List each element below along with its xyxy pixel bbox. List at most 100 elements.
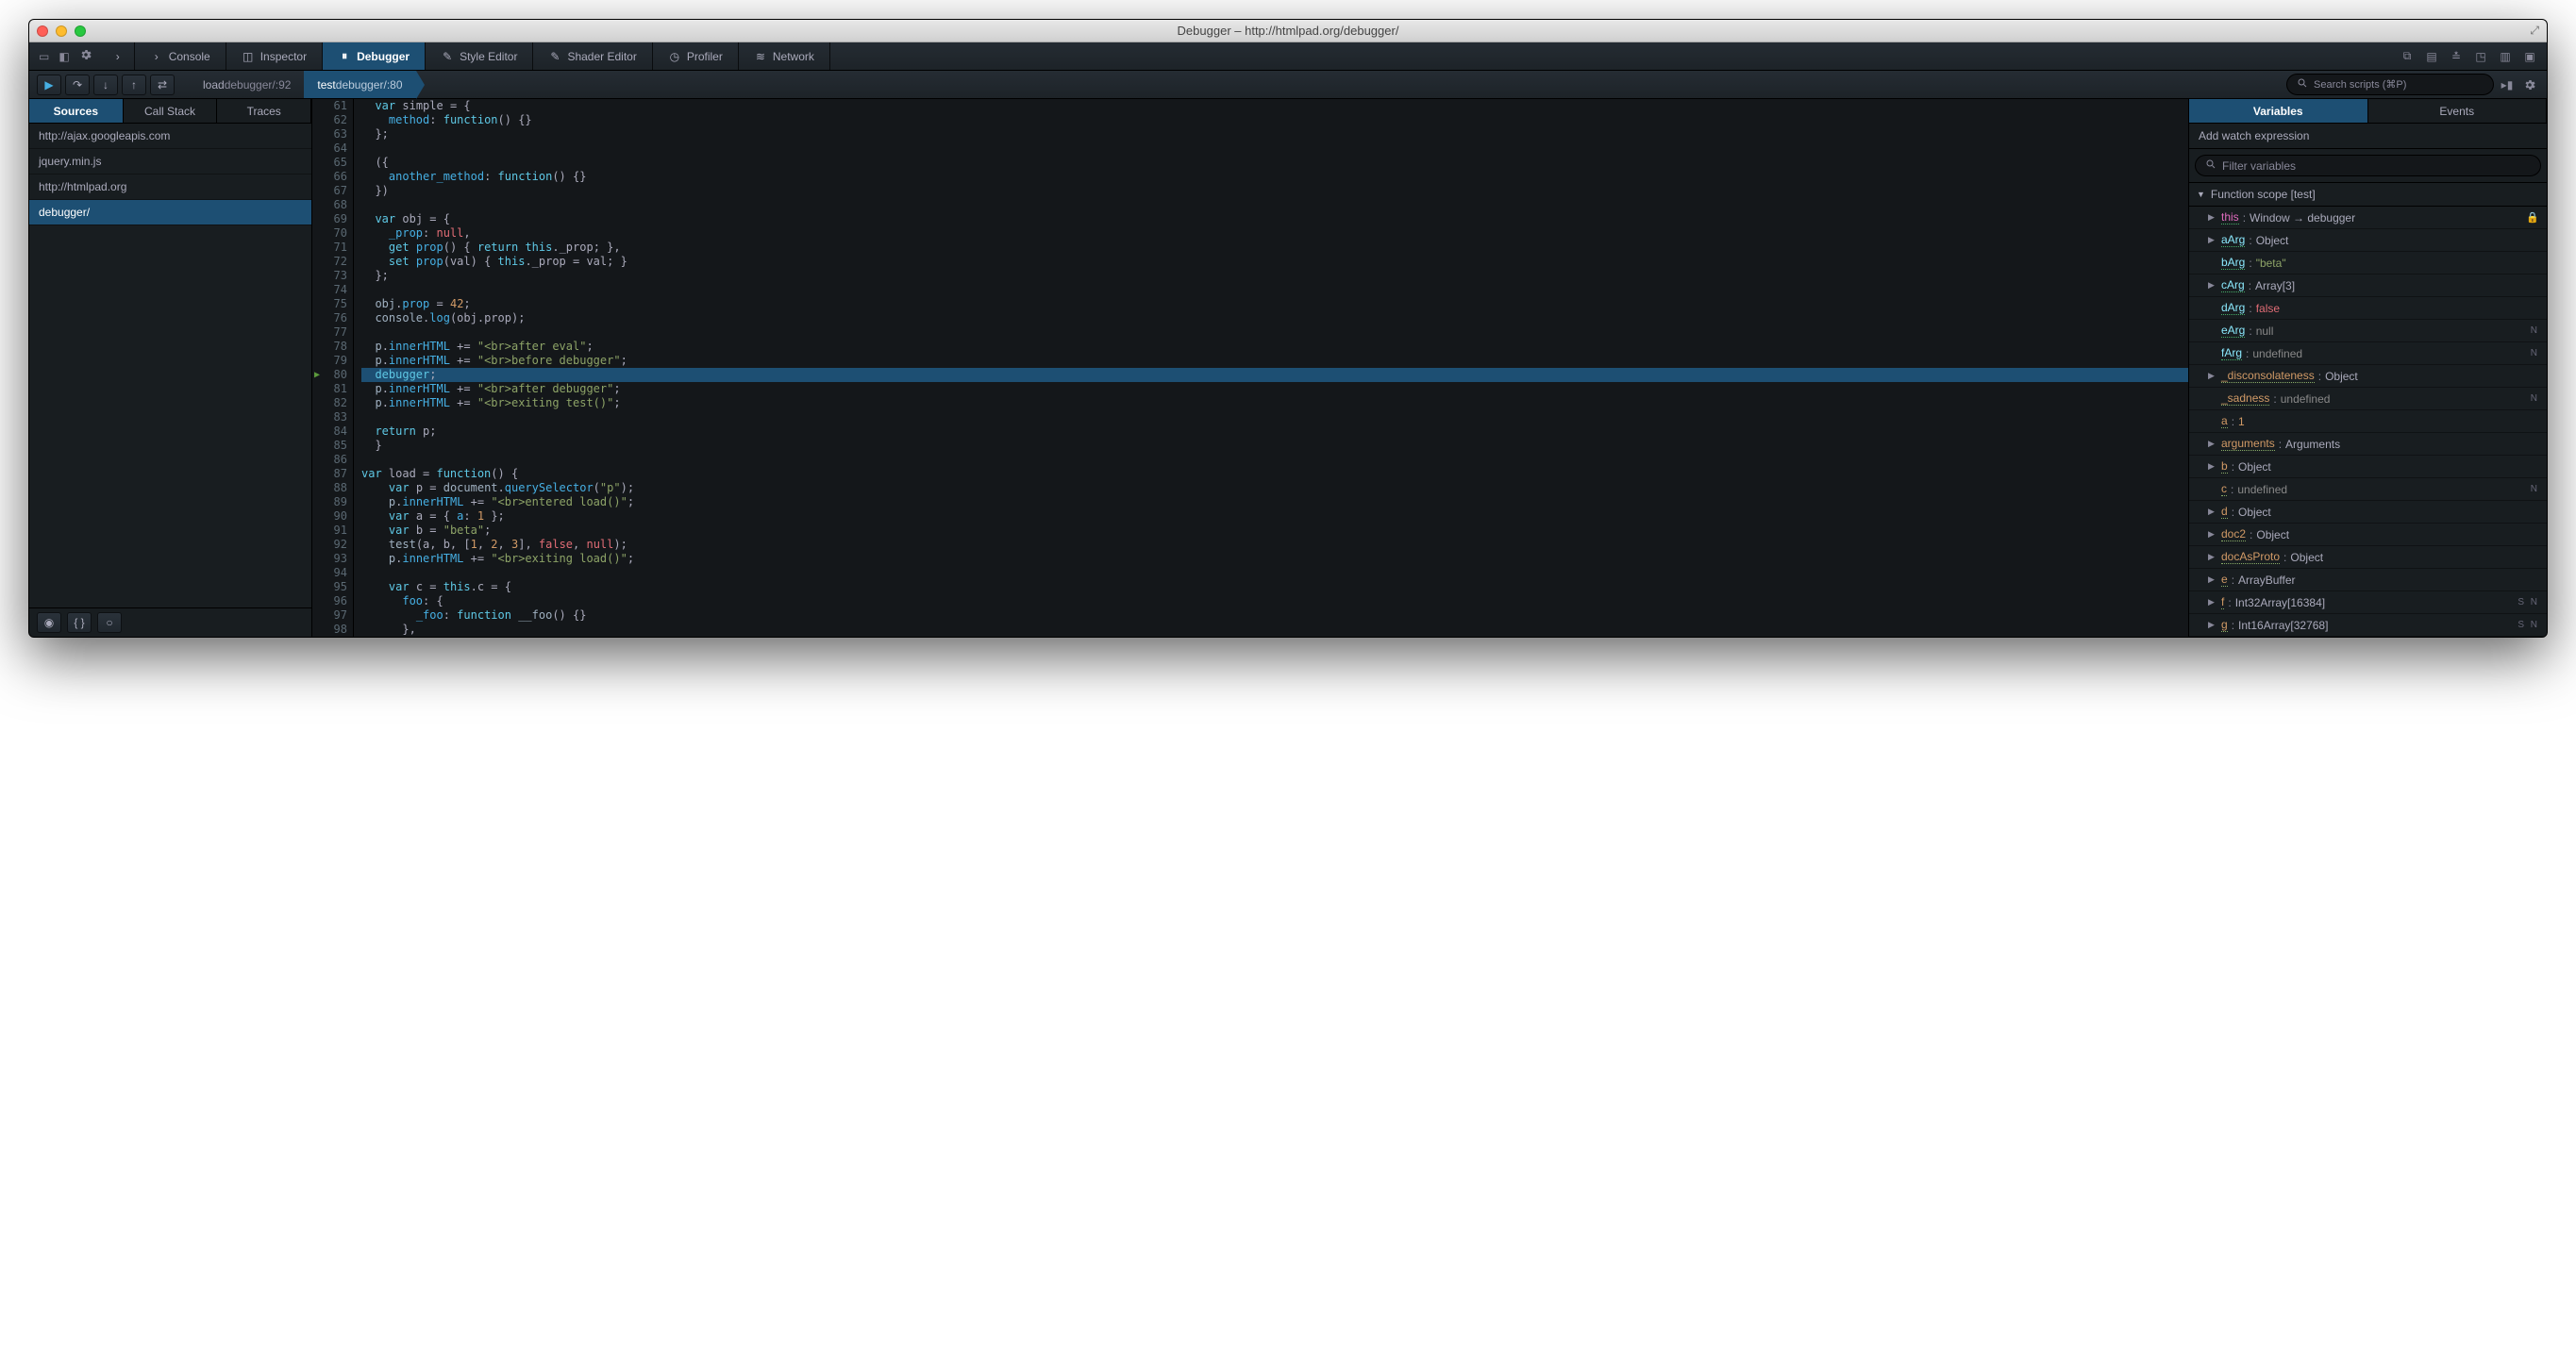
chevron-right-icon[interactable]: › <box>102 42 135 70</box>
variable-name: docAsProto <box>2221 550 2280 564</box>
tool-tab-profiler[interactable]: ◷Profiler <box>653 42 739 70</box>
expand-icon[interactable]: ▶ <box>2208 371 2217 381</box>
dock-side-icon[interactable]: ▭ <box>39 50 49 63</box>
expand-icon[interactable]: ▶ <box>2208 212 2217 223</box>
variable-name: eArg <box>2221 324 2245 338</box>
variable-row[interactable]: ▶cArg: Array[3] <box>2189 274 2547 297</box>
variable-row[interactable]: ▶arguments: Arguments <box>2189 433 2547 456</box>
step-in-button[interactable]: ↓ <box>93 75 118 95</box>
resume-button[interactable]: ▶ <box>37 75 61 95</box>
code-editor[interactable]: 6162636465666768697071727374757677787980… <box>312 99 2188 637</box>
code-content: var simple = { method: function() {} }; … <box>354 99 2188 637</box>
variable-row[interactable]: ▶_disconsolateness: Object <box>2189 365 2547 388</box>
scratchpad-icon[interactable]: ◳ <box>2473 49 2488 64</box>
sources-tab-traces[interactable]: Traces <box>217 99 311 123</box>
variable-value: Int32Array[16384] <box>2235 596 2325 609</box>
tool-tab-shader-editor[interactable]: ✎Shader Editor <box>533 42 652 70</box>
expand-icon[interactable]: ▶ <box>2208 439 2217 449</box>
code-line: var b = "beta"; <box>361 524 2188 538</box>
code-line: var p = document.querySelector("p"); <box>361 481 2188 495</box>
variable-row[interactable]: ▶docAsProto: Object <box>2189 546 2547 569</box>
debugger-icon: ⏸ <box>338 50 351 63</box>
breadcrumb-item[interactable]: test debugger/:80 <box>304 71 415 98</box>
style-editor-icon: ✎ <box>441 50 454 63</box>
tool-tab-debugger[interactable]: ⏸Debugger <box>323 42 426 70</box>
variable-row[interactable]: ▶aArg: Object <box>2189 229 2547 252</box>
source-item[interactable]: http://htmlpad.org <box>29 175 311 200</box>
source-item[interactable]: jquery.min.js <box>29 149 311 175</box>
variable-value: Object <box>2290 551 2323 564</box>
expand-icon[interactable]: ▶ <box>2208 529 2217 540</box>
search-scripts-field[interactable]: Search scripts (⌘P) <box>2286 74 2494 95</box>
expand-icon[interactable]: ▶ <box>2208 574 2217 585</box>
scope-header[interactable]: ▼ Function scope [test] <box>2189 182 2547 207</box>
expand-icon[interactable]: ▶ <box>2208 235 2217 245</box>
step-over-button[interactable]: ↷ <box>65 75 90 95</box>
variable-value: Window → debugger <box>2250 211 2355 225</box>
tab-label: Network <box>773 50 814 63</box>
variable-row[interactable]: ▶b: Object <box>2189 456 2547 478</box>
toggle-panes-button[interactable]: ⇄ <box>150 75 175 95</box>
variable-row[interactable]: bArg: "beta" <box>2189 252 2547 274</box>
debugger-main: SourcesCall StackTraces http://ajax.goog… <box>29 99 2547 637</box>
breadcrumb-item[interactable]: load debugger/:92 <box>190 71 304 98</box>
sources-tab-sources[interactable]: Sources <box>29 99 124 123</box>
tool-tab-style-editor[interactable]: ✎Style Editor <box>426 42 533 70</box>
trace-button[interactable]: ○ <box>97 612 122 633</box>
variable-row[interactable]: eArg: nullN <box>2189 320 2547 342</box>
expand-icon[interactable]: ▣ <box>2522 49 2537 64</box>
code-line: var load = function() { <box>361 467 2188 481</box>
prettyprint-button[interactable]: { } <box>67 612 92 633</box>
step-out-button[interactable]: ↑ <box>122 75 146 95</box>
variable-row[interactable]: fArg: undefinedN <box>2189 342 2547 365</box>
responsive-icon[interactable]: ⧉ <box>2400 49 2415 64</box>
window-titlebar: Debugger – http://htmlpad.org/debugger/ … <box>29 20 2547 42</box>
expand-icon[interactable]: ▶ <box>2208 620 2217 630</box>
variable-row[interactable]: ▶f: Int32Array[16384]S N <box>2189 591 2547 614</box>
variable-name: _disconsolateness <box>2221 369 2315 383</box>
ruler-icon[interactable]: ▥ <box>2498 49 2513 64</box>
expand-icon[interactable]: ▶ <box>2208 507 2217 517</box>
variable-value: Object <box>2325 370 2358 383</box>
blackbox-button[interactable]: ◉ <box>37 612 61 633</box>
tool-tab-network[interactable]: ≋Network <box>739 42 830 70</box>
variable-flags: N <box>2531 484 2539 494</box>
tool-tab-inspector[interactable]: ◫Inspector <box>226 42 323 70</box>
variable-row[interactable]: ▶e: ArrayBuffer <box>2189 569 2547 591</box>
variable-row[interactable]: ▶g: Int16Array[32768]S N <box>2189 614 2547 637</box>
variable-row[interactable]: ▶this: Window → debugger🔒 <box>2189 207 2547 229</box>
sources-tab-call-stack[interactable]: Call Stack <box>124 99 218 123</box>
expand-icon[interactable]: ▶ <box>2208 280 2217 291</box>
gear-icon[interactable] <box>79 48 92 64</box>
variable-row[interactable]: ▶doc2: Object <box>2189 524 2547 546</box>
dock-bottom-icon[interactable]: ◧ <box>59 50 69 63</box>
code-line: } <box>361 439 2188 453</box>
expand-icon[interactable]: ▶ <box>2208 461 2217 472</box>
source-item[interactable]: debugger/ <box>29 200 311 225</box>
instruments-icon[interactable]: ▸▮ <box>2498 75 2517 94</box>
variables-tab-variables[interactable]: Variables <box>2189 99 2368 123</box>
code-line: }; <box>361 269 2188 283</box>
expand-icon[interactable]: ▶ <box>2208 552 2217 562</box>
paint-icon[interactable]: ≛ <box>2449 49 2464 64</box>
add-watch-expression[interactable]: Add watch expression <box>2189 124 2547 149</box>
variable-row[interactable]: ▶d: Object <box>2189 501 2547 524</box>
tool-tab-console[interactable]: ›Console <box>135 42 226 70</box>
code-line: var simple = { <box>361 99 2188 113</box>
variable-row[interactable]: _sadness: undefinedN <box>2189 388 2547 410</box>
code-line: another_method: function() {} <box>361 170 2188 184</box>
screenshot-icon[interactable]: ▤ <box>2424 49 2439 64</box>
variables-tab-events[interactable]: Events <box>2368 99 2548 123</box>
settings-gear-icon[interactable] <box>2520 75 2539 94</box>
variable-row[interactable]: dArg: false <box>2189 297 2547 320</box>
variable-value: undefined <box>2237 483 2287 496</box>
code-line: _prop: null, <box>361 226 2188 241</box>
variable-value: "beta" <box>2256 257 2286 270</box>
filter-variables-field[interactable]: Filter variables <box>2195 155 2541 176</box>
variable-row[interactable]: c: undefinedN <box>2189 478 2547 501</box>
expand-icon[interactable]: ▶ <box>2208 597 2217 607</box>
variable-row[interactable]: a: 1 <box>2189 410 2547 433</box>
source-item[interactable]: http://ajax.googleapis.com <box>29 124 311 149</box>
variable-name: e <box>2221 573 2228 587</box>
inspector-icon: ◫ <box>242 50 255 63</box>
